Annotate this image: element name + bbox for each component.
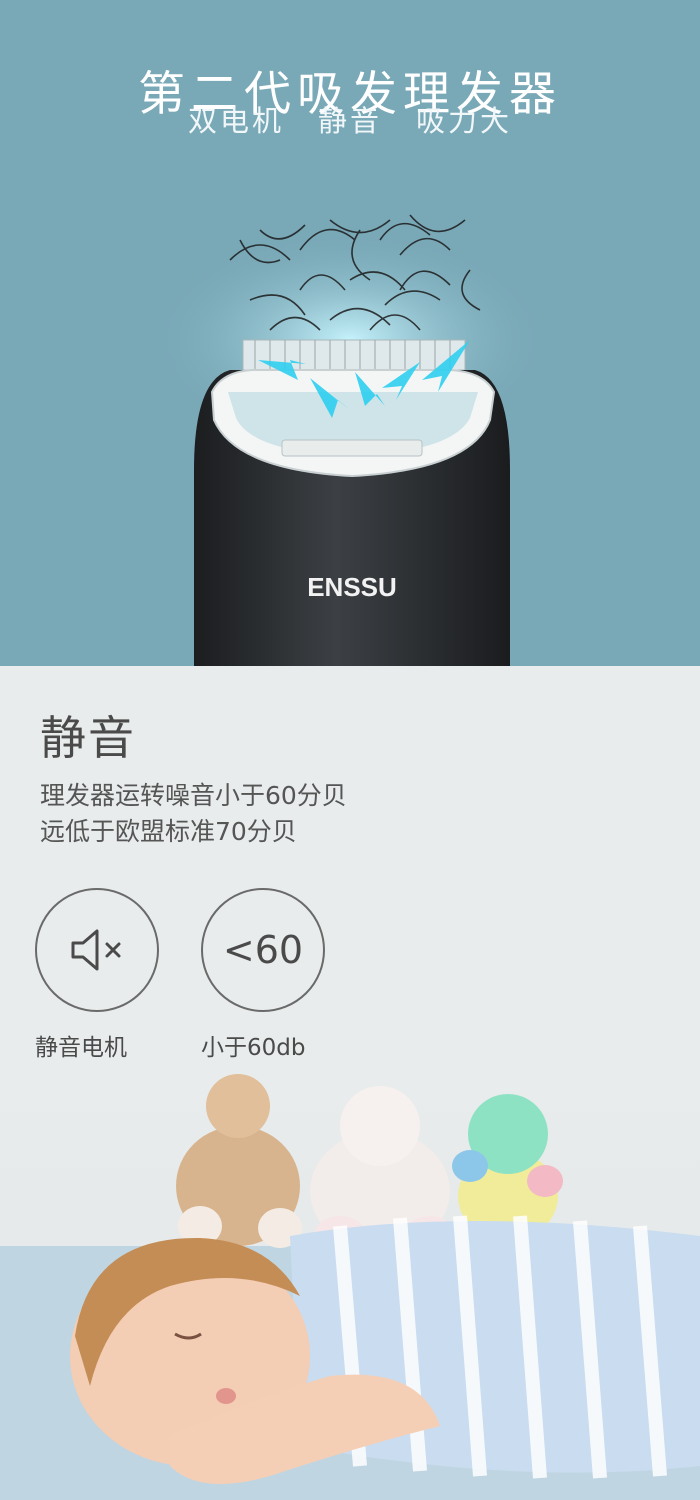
icon-label: 静音电机 xyxy=(35,1035,127,1061)
hero-banner: ENSSU 第二代吸发理发器 双电机 静音 吸力大 xyxy=(0,0,700,666)
feature-title: 静音 xyxy=(40,711,136,765)
hero-feature-list: 双电机 静音 吸力大 xyxy=(0,98,700,140)
product-page: ENSSU 第二代吸发理发器 双电机 静音 吸力大 静音 理发器运转噪音小于60… xyxy=(0,0,700,1500)
brand-logo: ENSSU xyxy=(307,572,397,602)
noise-level-value: <60 xyxy=(222,928,304,972)
feature-desc-line: 远低于欧盟标准70分贝 xyxy=(40,817,297,846)
feature-icon-item: <60 小于60db xyxy=(201,888,325,1062)
icon-label: 小于60db xyxy=(201,1035,306,1061)
mute-speaker-icon xyxy=(71,929,121,971)
sleeping-baby-photo xyxy=(0,1066,700,1500)
icon-circle xyxy=(35,888,159,1012)
hero-feature-item: 双电机 xyxy=(187,104,284,138)
hero-feature-item: 吸力大 xyxy=(416,104,513,138)
icon-circle: <60 xyxy=(201,888,325,1012)
feature-icon-item: 静音电机 xyxy=(35,888,159,1062)
silent-feature-section: 静音 理发器运转噪音小于60分贝 远低于欧盟标准70分贝 静音电机 <60 小于… xyxy=(0,666,700,1086)
feature-desc-line: 理发器运转噪音小于60分贝 xyxy=(40,781,347,810)
hero-feature-item: 静音 xyxy=(317,104,382,138)
feature-description: 理发器运转噪音小于60分贝 远低于欧盟标准70分贝 xyxy=(40,778,347,850)
chamber-slot xyxy=(281,439,423,457)
